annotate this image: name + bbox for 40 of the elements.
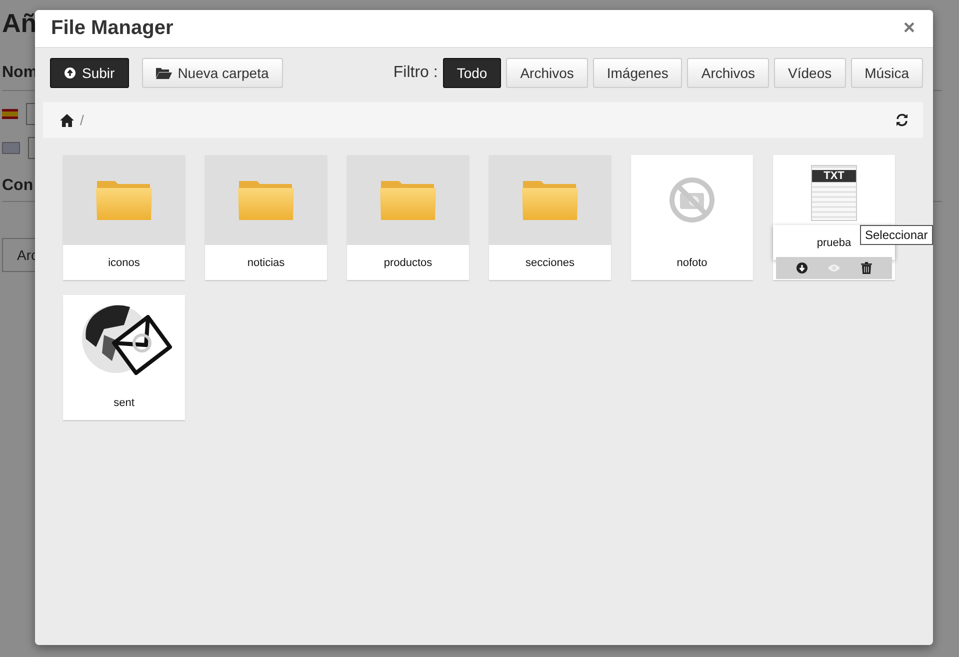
no-camera-icon: [668, 176, 716, 224]
new-folder-button[interactable]: Nueva carpeta: [142, 58, 283, 88]
file-card[interactable]: noticias: [205, 155, 327, 280]
filter-label: Filtro :: [393, 64, 438, 82]
dialog-title: File Manager: [51, 17, 174, 40]
file-name: iconos: [63, 245, 185, 280]
home-icon[interactable]: [60, 114, 74, 126]
filter-button[interactable]: Música: [850, 58, 923, 88]
breadcrumb-separator: /: [80, 112, 84, 128]
filter-button[interactable]: Imágenes: [592, 58, 682, 88]
refresh-icon[interactable]: [895, 113, 909, 127]
file-card[interactable]: sent: [63, 295, 185, 420]
spain-flag-icon: [2, 109, 18, 119]
file-name: sent: [63, 385, 185, 420]
file-card[interactable]: nofoto: [631, 155, 753, 280]
file-name: noticias: [205, 245, 327, 280]
file-name: productos: [347, 245, 469, 280]
section-heading: Con: [2, 177, 34, 194]
filter-button[interactable]: Archivos: [506, 58, 588, 88]
filter-button[interactable]: Vídeos: [774, 58, 846, 88]
folder-icon: [380, 178, 436, 222]
upload-icon: [64, 67, 76, 79]
file-card[interactable]: productos: [347, 155, 469, 280]
close-button[interactable]: ×: [901, 17, 917, 40]
folder-icon: [156, 67, 172, 79]
file-name: secciones: [489, 245, 611, 280]
upload-button[interactable]: Subir: [50, 58, 129, 88]
file-name: nofoto: [631, 245, 753, 280]
file-card[interactable]: iconos: [63, 155, 185, 280]
trash-icon[interactable]: [861, 262, 872, 274]
folder-icon: [96, 178, 152, 222]
folder-icon: [522, 178, 578, 222]
text-file-icon: TXT: [811, 165, 857, 221]
file-card[interactable]: secciones: [489, 155, 611, 280]
folder-icon: [238, 178, 294, 222]
tooltip: Seleccionar: [860, 225, 933, 245]
filter-button[interactable]: Archivos: [687, 58, 770, 88]
download-icon[interactable]: [796, 262, 808, 274]
filter-button[interactable]: Todo: [442, 58, 502, 88]
page-title: Añ: [2, 8, 37, 38]
